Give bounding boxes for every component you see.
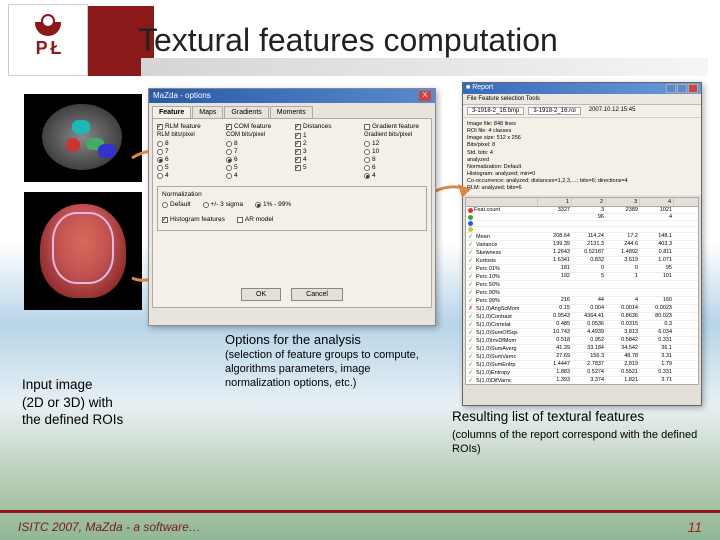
- normalization-label: Normalization: [162, 191, 422, 198]
- slide-number: 11: [687, 519, 702, 535]
- maximize-icon[interactable]: [677, 84, 687, 93]
- table-row: ✓Perc.99%216444160: [466, 297, 698, 305]
- col-3: 3: [606, 198, 640, 206]
- norm-opt-pct[interactable]: 1% - 99%: [255, 201, 291, 208]
- table-row: ✗S(1,0)AngScMom0.150.0040.00140.0023: [466, 305, 698, 313]
- report-file-roi: 3-1918-2_16.roi: [528, 107, 580, 115]
- report-table: 1 2 3 4 Feat.count3327323891021964 ✓Mean2…: [465, 197, 699, 385]
- caption-result-sub: (columns of the report correspond with t…: [452, 428, 702, 457]
- caption-options-title: Options for the analysis: [225, 332, 425, 347]
- slide-header: P Ł Textural features computation: [0, 0, 720, 80]
- caption-options: Options for the analysis (selection of f…: [225, 332, 425, 390]
- table-row: 964: [466, 214, 698, 221]
- table-row: Feat.count3327323891021: [466, 207, 698, 214]
- tab-maps[interactable]: Maps: [192, 106, 223, 118]
- slide-content: MaZda - options X Feature Maps Gradients…: [0, 80, 720, 500]
- report-timestamp: 2007.10.12 15:45: [585, 107, 640, 115]
- report-menu[interactable]: File Feature selection Tools: [463, 94, 701, 105]
- table-row: ✓Perc.50%: [466, 281, 698, 289]
- table-row: ✓Kurtosis1.63410.8323.6191.071: [466, 257, 698, 265]
- table-row: ✓Perc.01%1810095: [466, 265, 698, 273]
- university-logo: P Ł: [8, 4, 88, 76]
- col-4: 4: [640, 198, 674, 206]
- title-bar: Textural features computation: [78, 6, 720, 74]
- options-dialog: MaZda - options X Feature Maps Gradients…: [148, 88, 436, 326]
- tab-moments[interactable]: Moments: [270, 106, 313, 118]
- dialog-title-text: MaZda - options: [153, 91, 211, 101]
- table-row: ✓Variance199.392131.3244.6403.3: [466, 241, 698, 249]
- mri-brain-image: [24, 192, 142, 310]
- table-row: ✓S(1,0)SumVarnc27.69156.348.783.31: [466, 353, 698, 361]
- tab-feature[interactable]: Feature: [152, 106, 191, 118]
- dialog-titlebar: MaZda - options X: [149, 89, 435, 103]
- caption-input-image: Input image(2D or 3D) withthe defined RO…: [22, 376, 172, 429]
- close-icon[interactable]: X: [419, 91, 431, 101]
- tab-gradients[interactable]: Gradients: [224, 106, 268, 118]
- table-row: ✓Skewness1.26430.521871.48920.811: [466, 249, 698, 257]
- normalization-group: Normalization Default +/- 3 sigma 1% - 9…: [157, 186, 427, 231]
- norm-opt-sigma[interactable]: +/- 3 sigma: [203, 201, 243, 208]
- caption-options-sub: (selection of feature groups to compute,…: [225, 349, 425, 390]
- ar-model-checkbox[interactable]: AR model: [237, 216, 274, 223]
- histogram-checkbox[interactable]: Histogram features: [162, 216, 225, 223]
- col-2: 2: [572, 198, 606, 206]
- table-row: ✓S(1,0)SumOfSqs10.7434.49393.8136.034: [466, 329, 698, 337]
- table-row: ✓S(1,0)SumEntrp1.44472.78372.8191.79: [466, 361, 698, 369]
- cancel-button[interactable]: Cancel: [291, 288, 343, 301]
- minimize-icon[interactable]: [666, 84, 676, 93]
- table-row: ✓Mean208.64114.2417.2148.1: [466, 233, 698, 241]
- logo-letters: P Ł: [36, 38, 61, 59]
- table-row: ✓S(1,0)Correlat0.4850.05360.03150.3: [466, 321, 698, 329]
- report-filebar: 3-1918-2_16.bmp 3-1918-2_16.roi 2007.10.…: [463, 105, 701, 118]
- col-1: 1: [538, 198, 572, 206]
- table-row: ✓S(1,0)SumAverg41.3933.18434.54236.1: [466, 345, 698, 353]
- close-icon[interactable]: [688, 84, 698, 93]
- table-row: ✓S(1,0)Entropy1.8830.52740.55210.331: [466, 369, 698, 377]
- caption-result: Resulting list of textural features (col…: [452, 408, 702, 456]
- title-bg-stripe: [78, 58, 708, 76]
- report-info-block: Image file: 848 linesROI file: 4 classes…: [463, 118, 701, 195]
- report-titlebar: ■ Report: [463, 83, 701, 94]
- table-row: ✓Perc.90%: [466, 289, 698, 297]
- table-row: ✓S(1,0)Contrast0.95434364.410.863680.023: [466, 313, 698, 321]
- mri-abdomen-image: [24, 94, 142, 182]
- ok-button[interactable]: OK: [241, 288, 281, 301]
- table-row: ✓S(1,0)DifVarnc1.3933.3741.8213.71: [466, 377, 698, 385]
- report-file-bmp: 3-1918-2_16.bmp: [467, 107, 524, 115]
- report-title-text: ■ Report: [466, 84, 493, 93]
- norm-opt-default[interactable]: Default: [162, 201, 191, 208]
- caption-result-title: Resulting list of textural features: [452, 408, 702, 426]
- table-row: ✓S(1,0)InvDfMom0.5180.9520.58420.331: [466, 337, 698, 345]
- table-row: ✓Perc.10%19251101: [466, 273, 698, 281]
- report-window: ■ Report File Feature selection Tools 3-…: [462, 82, 702, 406]
- input-images-group: [24, 94, 144, 310]
- dialog-body: RLM featureRLM bits/pixel87654COM featur…: [152, 118, 432, 308]
- dialog-tabs: Feature Maps Gradients Moments: [149, 103, 435, 118]
- footer-left: ISITC 2007, MaZda - a software…: [18, 520, 201, 534]
- slide-footer: ISITC 2007, MaZda - a software… 11: [0, 510, 720, 540]
- slide-title: Textural features computation: [138, 22, 558, 59]
- logo-boat-icon: [35, 22, 61, 36]
- report-table-header: 1 2 3 4: [466, 198, 698, 207]
